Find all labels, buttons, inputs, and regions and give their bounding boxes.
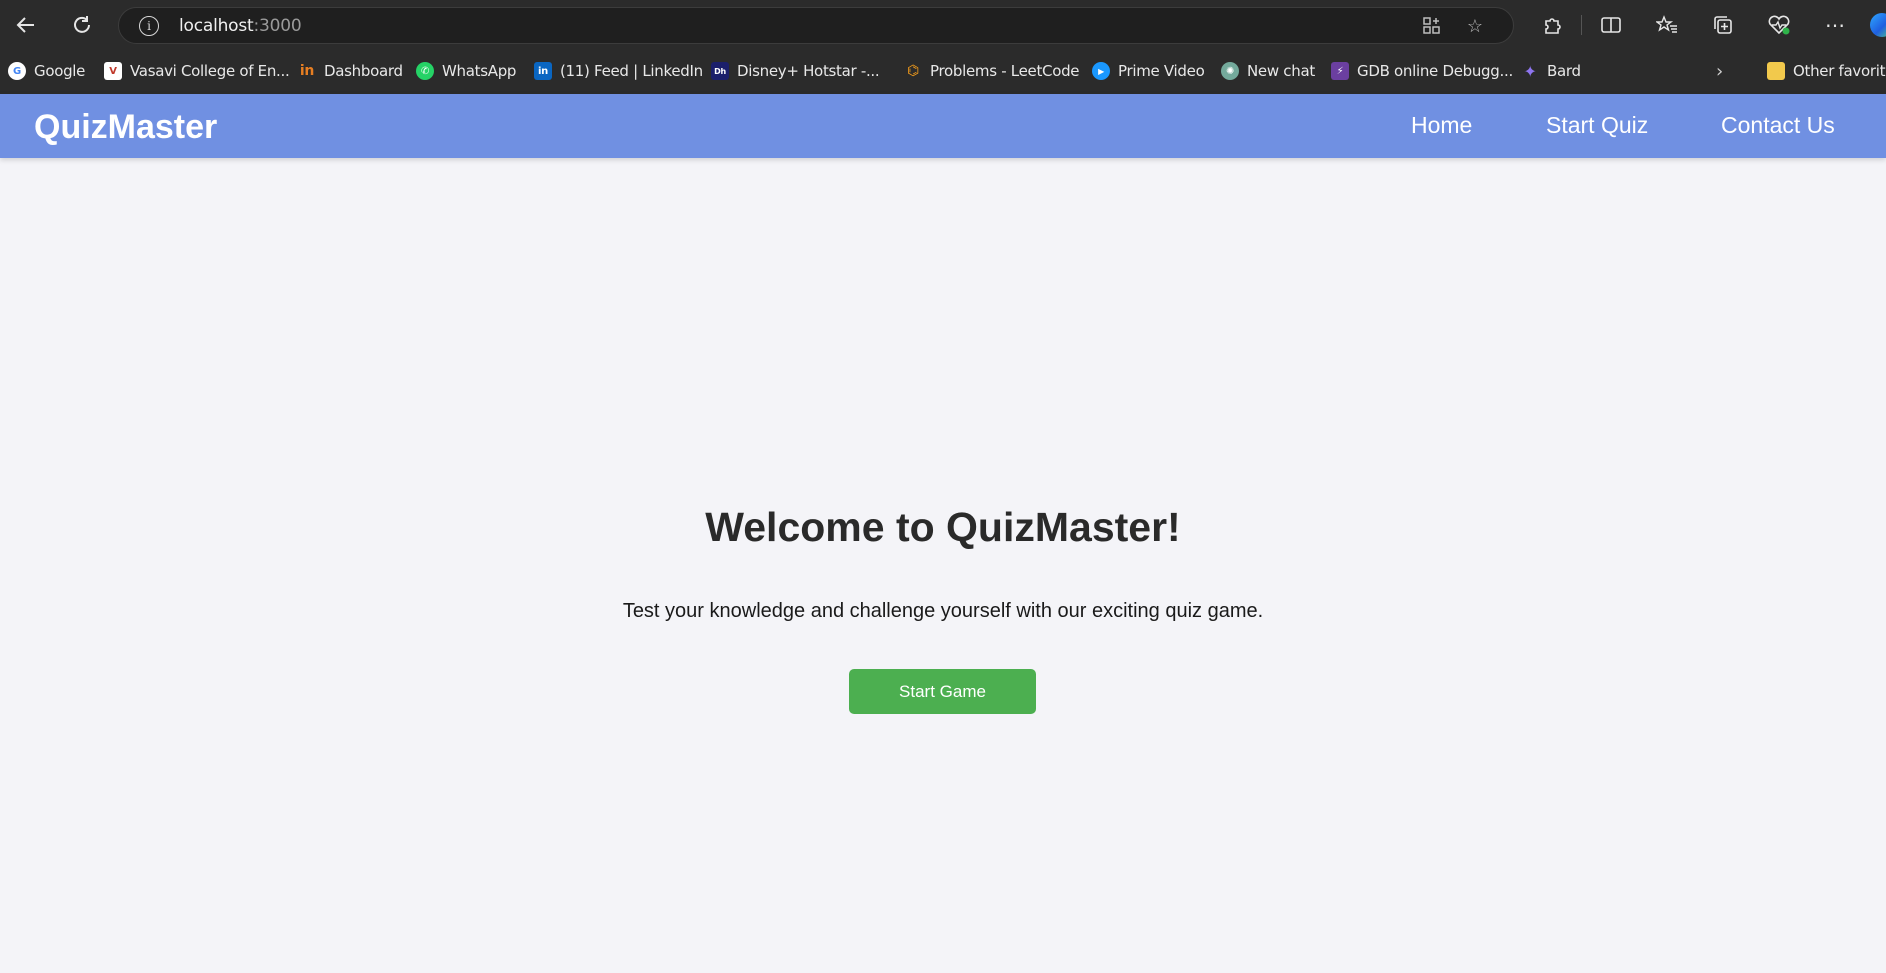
bookmark-google[interactable]: G Google (8, 60, 85, 82)
other-favorites-label: Other favorites (1793, 62, 1886, 80)
url-text[interactable]: localhost:3000 (179, 16, 302, 36)
bookmark-label: New chat (1247, 62, 1315, 80)
bookmark-new-chat[interactable]: ✺ New chat (1221, 60, 1315, 82)
whatsapp-icon: ✆ (416, 62, 434, 80)
nav-start-quiz[interactable]: Start Quiz (1546, 112, 1648, 139)
bookmark-prime-video[interactable]: ▶ Prime Video (1092, 60, 1205, 82)
back-arrow-icon[interactable] (12, 11, 40, 39)
bookmark-label: Problems - LeetCode (930, 62, 1080, 80)
more-options-icon[interactable]: ⋯ (1821, 11, 1849, 39)
bookmark-label: (11) Feed | LinkedIn (560, 62, 703, 80)
copilot-icon[interactable] (1870, 13, 1886, 37)
bookmark-label: Dashboard (324, 62, 403, 80)
address-bar[interactable]: i localhost:3000 ☆ (118, 7, 1514, 44)
bookmark-dashboard[interactable]: in Dashboard (298, 60, 403, 82)
bookmark-label: Prime Video (1118, 62, 1205, 80)
bookmark-vasavi[interactable]: V Vasavi College of En... (104, 60, 290, 82)
star-icon[interactable]: ☆ (1462, 14, 1488, 38)
nav-home[interactable]: Home (1411, 112, 1472, 139)
bookmark-gdb[interactable]: ⚡ GDB online Debugg... (1331, 60, 1513, 82)
leetcode-icon: ⌬ (907, 63, 919, 79)
google-icon: G (8, 62, 26, 80)
app-available-icon[interactable] (1419, 14, 1445, 38)
bookmark-label: Disney+ Hotstar -... (737, 62, 880, 80)
extensions-icon[interactable] (1538, 11, 1566, 39)
other-favorites[interactable]: Other favorites (1767, 60, 1886, 82)
start-game-button[interactable]: Start Game (849, 669, 1036, 714)
linkedin-icon: in (534, 62, 552, 80)
site-info-icon[interactable]: i (139, 16, 159, 36)
bookmark-whatsapp[interactable]: ✆ WhatsApp (416, 60, 516, 82)
chatgpt-icon: ✺ (1221, 62, 1239, 80)
browser-essentials-icon[interactable] (1765, 11, 1793, 39)
tagline-text: Test your knowledge and challenge yourse… (622, 600, 1264, 622)
prime-video-icon: ▶ (1092, 62, 1110, 80)
favorites-icon[interactable] (1653, 11, 1681, 39)
nav-contact-us[interactable]: Contact Us (1721, 112, 1835, 139)
bookmark-label: GDB online Debugg... (1357, 62, 1513, 80)
bookmark-label: Google (34, 62, 86, 80)
folder-icon (1767, 62, 1785, 80)
bookmarks-bar: G Google V Vasavi College of En... in Dashb… (0, 50, 1886, 94)
toolbar-divider (1581, 15, 1582, 35)
refresh-icon[interactable] (68, 11, 96, 39)
page-title: Welcome to QuizMaster! (705, 504, 1181, 550)
collections-icon[interactable] (1709, 11, 1737, 39)
dashboard-icon: in (299, 63, 315, 79)
browser-toolbar: i localhost:3000 ☆ ⋯ (0, 0, 1886, 50)
main-content: Welcome to QuizMaster! Test your knowled… (0, 158, 1886, 973)
chevron-right-icon[interactable]: › (1716, 60, 1723, 82)
bard-sparkle-icon: ✦ (1523, 61, 1537, 81)
brand-logo[interactable]: QuizMaster (34, 108, 217, 147)
browser-chrome: i localhost:3000 ☆ ⋯ G Google V Vasavi C… (0, 0, 1886, 94)
bookmark-linkedin[interactable]: in (11) Feed | LinkedIn (534, 60, 703, 82)
gdb-icon: ⚡ (1331, 62, 1349, 80)
bookmark-label: Bard (1547, 62, 1581, 80)
bookmark-hotstar[interactable]: Dh Disney+ Hotstar -... (711, 60, 880, 82)
bookmark-leetcode[interactable]: ⌬ Problems - LeetCode (904, 60, 1080, 82)
app-navbar: QuizMaster Home Start Quiz Contact Us (0, 94, 1886, 158)
college-logo-icon: V (104, 62, 122, 80)
bookmark-label: Vasavi College of En... (130, 62, 290, 80)
bookmark-bard[interactable]: ✦ Bard (1521, 60, 1581, 82)
split-screen-icon[interactable] (1597, 11, 1625, 39)
hotstar-icon: Dh (711, 62, 729, 80)
bookmark-label: WhatsApp (442, 62, 517, 80)
